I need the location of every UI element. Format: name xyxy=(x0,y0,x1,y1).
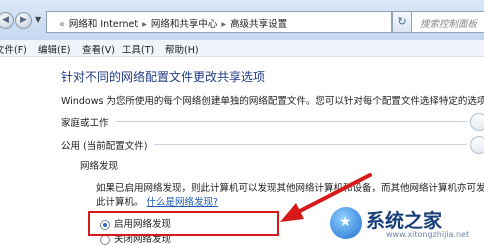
watermark-title: 系统之家 xyxy=(366,210,443,232)
watermark-url: www.xitongzhijia.net xyxy=(386,230,470,239)
watermark-logo-icon xyxy=(330,207,362,239)
watermark: 系统之家 www.xitongzhijia.net xyxy=(330,205,484,241)
